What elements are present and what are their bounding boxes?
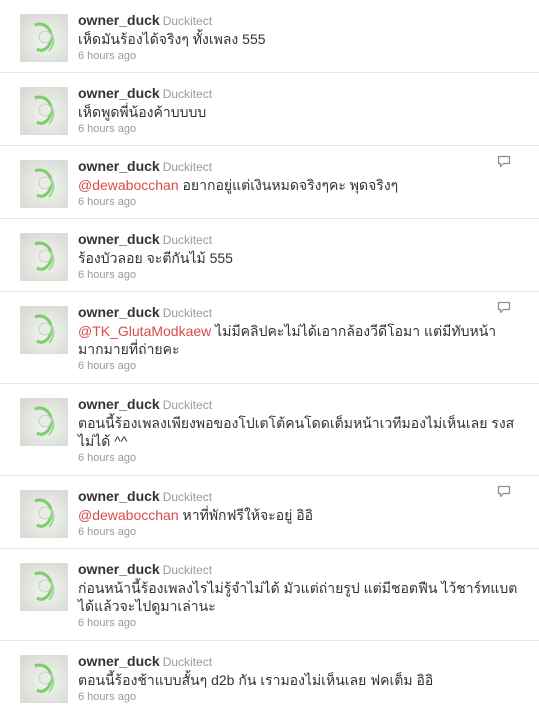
reply-icon[interactable] bbox=[497, 155, 511, 168]
full-name: Duckitect bbox=[162, 87, 213, 101]
tweet-item: owner_duck Duckitect เห็ดมันร้องได้จริงๆ … bbox=[0, 0, 539, 73]
avatar[interactable] bbox=[20, 233, 68, 281]
screen-name[interactable]: owner_duck bbox=[78, 85, 160, 101]
tweet-body: ตอนนี้ร้องช้าแบบสั้นๆ d2b กัน เรามองไม่เ… bbox=[78, 672, 434, 688]
tweet-body: ก่อนหน้านี้ร้องเพลงไรไม่รู้จำไม่ได้ มัวแ… bbox=[78, 580, 518, 614]
timestamp[interactable]: 6 hours ago bbox=[78, 195, 519, 209]
full-name: Duckitect bbox=[162, 563, 213, 577]
timestamp[interactable]: 6 hours ago bbox=[78, 49, 519, 63]
screen-name[interactable]: owner_duck bbox=[78, 396, 160, 412]
mention-link[interactable]: @dewabocchan bbox=[78, 177, 179, 193]
tweet-item: owner_duck Duckitect ตอนนี้ร้องเพลงเพียงพ… bbox=[0, 384, 539, 476]
avatar[interactable] bbox=[20, 655, 68, 703]
timestamp[interactable]: 6 hours ago bbox=[78, 122, 519, 136]
screen-name[interactable]: owner_duck bbox=[78, 158, 160, 174]
tweet-text: ตอนนี้ร้องช้าแบบสั้นๆ d2b กัน เรามองไม่เ… bbox=[78, 671, 519, 689]
tweet-text: @dewabocchan อยากอยู่แต่เงินหมดจริงๆคะ พ… bbox=[78, 176, 519, 194]
tweet-item: owner_duck Duckitect ตอนนี้ร้องช้าแบบสั้น… bbox=[0, 641, 539, 715]
full-name: Duckitect bbox=[162, 14, 213, 28]
reply-icon[interactable] bbox=[497, 485, 511, 498]
tweet-text: @dewabocchan หาที่พักฟรีให้จะอยู่ อิอิ bbox=[78, 506, 519, 524]
reply-icon[interactable] bbox=[497, 301, 511, 314]
tweet-item: owner_duck Duckitect @TK_GlutaModkaew ไม่… bbox=[0, 292, 539, 384]
tweet-body: ร้องบัวลอย จะตีกันไม้ 555 bbox=[78, 250, 233, 266]
tweet-text: ตอนนี้ร้องเพลงเพียงพอของโปเตโต้คนโดดเต็ม… bbox=[78, 414, 519, 450]
tweet-text: ร้องบัวลอย จะตีกันไม้ 555 bbox=[78, 249, 519, 267]
avatar[interactable] bbox=[20, 563, 68, 611]
timestamp[interactable]: 6 hours ago bbox=[78, 451, 519, 465]
tweet-body: ตอนนี้ร้องเพลงเพียงพอของโปเตโต้คนโดดเต็ม… bbox=[78, 415, 515, 449]
tweet-item: owner_duck Duckitect ก่อนหน้านี้ร้องเพลงไ… bbox=[0, 549, 539, 641]
tweet-item: owner_duck Duckitect @dewabocchan อยากอยู… bbox=[0, 146, 539, 219]
timestamp[interactable]: 6 hours ago bbox=[78, 616, 519, 630]
avatar[interactable] bbox=[20, 14, 68, 62]
screen-name[interactable]: owner_duck bbox=[78, 488, 160, 504]
full-name: Duckitect bbox=[162, 160, 213, 174]
screen-name[interactable]: owner_duck bbox=[78, 653, 160, 669]
tweet-text: @TK_GlutaModkaew ไม่มีคลิปคะไม่ได้เอากล้… bbox=[78, 322, 519, 358]
timestamp[interactable]: 6 hours ago bbox=[78, 690, 519, 704]
tweet-text: ก่อนหน้านี้ร้องเพลงไรไม่รู้จำไม่ได้ มัวแ… bbox=[78, 579, 519, 615]
avatar[interactable] bbox=[20, 87, 68, 135]
mention-link[interactable]: @dewabocchan bbox=[78, 507, 179, 523]
screen-name[interactable]: owner_duck bbox=[78, 561, 160, 577]
tweet-item: owner_duck Duckitect ร้องบัวลอย จะตีกันไม… bbox=[0, 219, 539, 292]
avatar[interactable] bbox=[20, 490, 68, 538]
avatar[interactable] bbox=[20, 306, 68, 354]
full-name: Duckitect bbox=[162, 490, 213, 504]
timestamp[interactable]: 6 hours ago bbox=[78, 268, 519, 282]
full-name: Duckitect bbox=[162, 398, 213, 412]
full-name: Duckitect bbox=[162, 306, 213, 320]
full-name: Duckitect bbox=[162, 655, 213, 669]
screen-name[interactable]: owner_duck bbox=[78, 12, 160, 28]
full-name: Duckitect bbox=[162, 233, 213, 247]
mention-link[interactable]: @TK_GlutaModkaew bbox=[78, 323, 211, 339]
tweet-item: owner_duck Duckitect เห็ดพูดพี่น้องค้าบบบ… bbox=[0, 73, 539, 146]
avatar[interactable] bbox=[20, 160, 68, 208]
tweet-body: หาที่พักฟรีให้จะอยู่ อิอิ bbox=[178, 507, 314, 523]
tweet-body: เห็ดพูดพี่น้องค้าบบบบ bbox=[78, 104, 207, 120]
avatar[interactable] bbox=[20, 398, 68, 446]
screen-name[interactable]: owner_duck bbox=[78, 231, 160, 247]
timestamp[interactable]: 6 hours ago bbox=[78, 359, 519, 373]
timestamp[interactable]: 6 hours ago bbox=[78, 525, 519, 539]
tweet-body: เห็ดมันร้องได้จริงๆ ทั้งเพลง 555 bbox=[78, 31, 266, 47]
tweet-body: อยากอยู่แต่เงินหมดจริงๆคะ พุดจริงๆ bbox=[178, 177, 399, 193]
screen-name[interactable]: owner_duck bbox=[78, 304, 160, 320]
tweet-item: owner_duck Duckitect @dewabocchan หาที่พั… bbox=[0, 476, 539, 549]
tweet-text: เห็ดพูดพี่น้องค้าบบบบ bbox=[78, 103, 519, 121]
timeline: owner_duck Duckitect เห็ดมันร้องได้จริงๆ … bbox=[0, 0, 539, 715]
tweet-text: เห็ดมันร้องได้จริงๆ ทั้งเพลง 555 bbox=[78, 30, 519, 48]
